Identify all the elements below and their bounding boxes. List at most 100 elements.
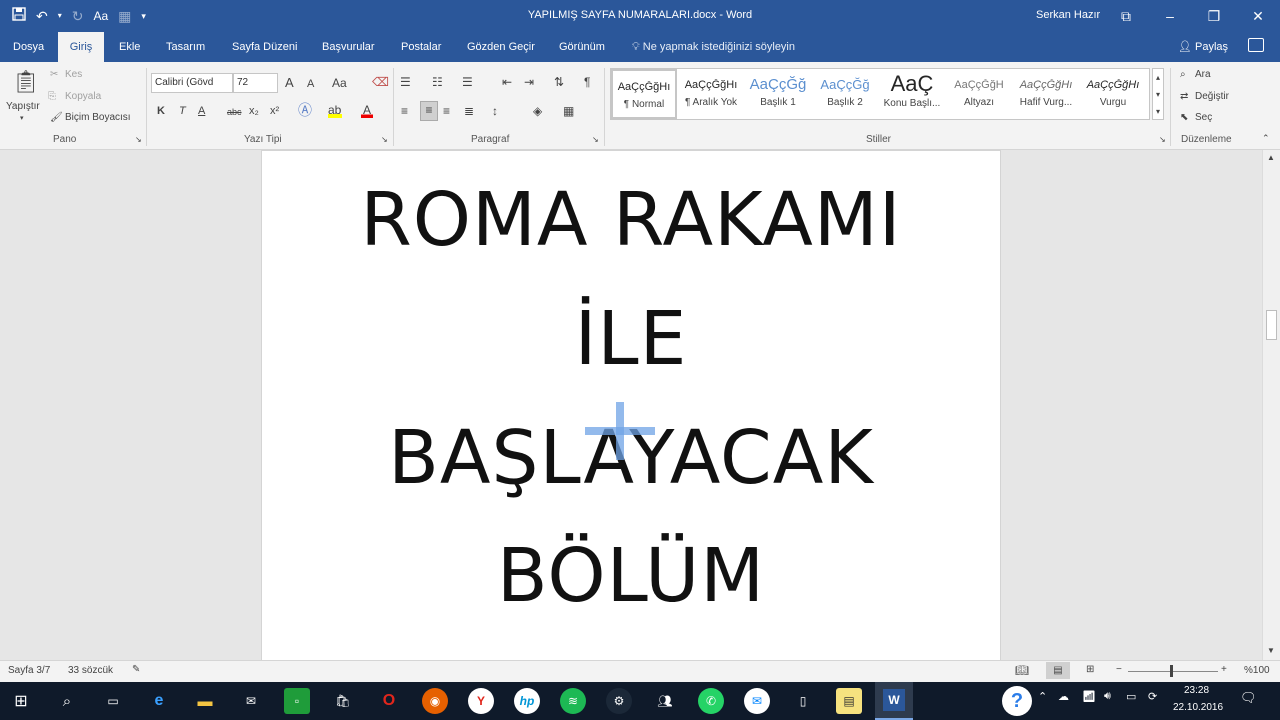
- style-heading-2[interactable]: AaÇçĞğ Başlık 2: [812, 69, 878, 119]
- edge-icon[interactable]: e: [146, 688, 172, 714]
- task-view-icon[interactable]: ▭: [100, 688, 126, 714]
- tab-review[interactable]: Gözden Geçir: [457, 32, 545, 62]
- whatsapp-icon[interactable]: ✆: [698, 688, 724, 714]
- close-icon[interactable]: ✕: [1236, 0, 1280, 32]
- paste-button[interactable]: Yapıştır: [6, 101, 40, 112]
- select-button[interactable]: Seç: [1195, 112, 1212, 123]
- paste-icon[interactable]: 📋︎: [12, 68, 40, 96]
- increase-indent-icon[interactable]: ⇥: [524, 74, 534, 90]
- document-text-line[interactable]: ROMA RAKAMI: [262, 177, 1000, 263]
- align-center-icon[interactable]: ≡: [420, 101, 438, 121]
- clear-formatting-icon[interactable]: ⌫: [372, 74, 389, 90]
- style-subtle-emphasis[interactable]: AaÇçĞğHı Hafif Vurg...: [1013, 69, 1079, 119]
- zoom-out-icon[interactable]: −: [1116, 664, 1122, 675]
- show-hidden-icons-icon[interactable]: ⌃: [1038, 690, 1047, 703]
- read-mode-icon[interactable]: 📖︎: [1015, 664, 1029, 677]
- search-icon[interactable]: ⌕: [54, 688, 80, 714]
- numbering-icon[interactable]: ☷: [432, 74, 443, 90]
- cut-button[interactable]: Kes: [65, 69, 82, 80]
- minimize-icon[interactable]: –: [1148, 0, 1192, 32]
- opera-icon[interactable]: O: [376, 688, 402, 714]
- style-no-spacing[interactable]: AaÇçĞğHı ¶ Aralık Yok: [678, 69, 744, 119]
- share-button[interactable]: 👤︎ Paylaş: [1178, 32, 1228, 62]
- font-size-dropdown[interactable]: 72: [233, 73, 278, 93]
- change-case-button[interactable]: Aa: [332, 75, 347, 91]
- tab-home[interactable]: Giriş: [58, 32, 104, 62]
- cloud-icon[interactable]: ☁: [1058, 690, 1069, 703]
- align-left-icon[interactable]: ≡: [401, 103, 408, 119]
- style-emphasis[interactable]: AaÇçĞğHı Vurgu: [1080, 69, 1146, 119]
- hp-icon[interactable]: hp: [514, 688, 540, 714]
- page-indicator[interactable]: Sayfa 3/7: [8, 665, 50, 676]
- word-count[interactable]: 33 sözcük: [68, 665, 113, 676]
- tab-mailings[interactable]: Postalar: [391, 32, 451, 62]
- store-icon[interactable]: 🛍︎: [330, 688, 356, 714]
- collapse-ribbon-icon[interactable]: ⌃: [1262, 133, 1270, 144]
- notifications-icon[interactable]: 🗨︎: [1240, 690, 1257, 706]
- spotify-icon[interactable]: ≋: [560, 688, 586, 714]
- clock-time[interactable]: 23:28: [1184, 685, 1209, 696]
- zoom-level[interactable]: %100: [1244, 665, 1270, 676]
- green-app-icon[interactable]: ▫: [284, 688, 310, 714]
- borders-icon[interactable]: ▦: [563, 103, 574, 119]
- clipboard-launcher-icon[interactable]: ↘: [135, 135, 142, 144]
- underline-button[interactable]: A: [198, 103, 205, 119]
- find-button[interactable]: Ara: [1195, 69, 1211, 80]
- restore-icon[interactable]: ❐: [1192, 0, 1236, 32]
- strikethrough-button[interactable]: abc: [227, 104, 242, 120]
- style-subtitle[interactable]: AaÇçĞğH Altyazı: [946, 69, 1012, 119]
- network-icon[interactable]: ⟳: [1148, 690, 1157, 703]
- yandex-icon[interactable]: Y: [468, 688, 494, 714]
- volume-icon[interactable]: 🔊︎: [1104, 690, 1111, 703]
- tab-insert[interactable]: Ekle: [109, 32, 150, 62]
- print-layout-icon[interactable]: ▤: [1046, 662, 1070, 679]
- style-heading-1[interactable]: AaÇçĞğ Başlık 1: [745, 69, 811, 119]
- grow-font-icon[interactable]: A: [285, 75, 294, 91]
- superscript-button[interactable]: x²: [270, 103, 279, 119]
- scroll-up-icon[interactable]: ▲: [1267, 153, 1275, 162]
- font-launcher-icon[interactable]: ↘: [381, 135, 388, 144]
- sticky-notes-icon[interactable]: ▤: [836, 688, 862, 714]
- format-painter-button[interactable]: Biçim Boyacısı: [65, 112, 131, 123]
- tab-layout[interactable]: Sayfa Düzeni: [222, 32, 307, 62]
- tab-view[interactable]: Görünüm: [549, 32, 615, 62]
- paragraph-launcher-icon[interactable]: ↘: [592, 135, 599, 144]
- replace-button[interactable]: Değiştir: [1195, 91, 1229, 102]
- file-explorer-icon[interactable]: ▬: [192, 688, 218, 714]
- wifi-icon[interactable]: 📶︎: [1082, 690, 1096, 703]
- document-text-line[interactable]: BÖLÜM: [262, 533, 1000, 619]
- sort-icon[interactable]: ⇅: [554, 74, 564, 90]
- justify-icon[interactable]: ≣: [464, 103, 474, 119]
- steam-icon[interactable]: ⚙︎: [606, 688, 632, 714]
- tab-file[interactable]: Dosya: [3, 32, 54, 62]
- clock-date[interactable]: 22.10.2016: [1173, 702, 1223, 713]
- vertical-scrollbar[interactable]: ▲ ▼: [1262, 150, 1280, 660]
- user-name[interactable]: Serkan Hazır: [1036, 9, 1100, 21]
- tell-me-search[interactable]: 💡︎ Ne yapmak istediğinizi söyleyin: [632, 32, 795, 62]
- zoom-in-icon[interactable]: +: [1221, 664, 1227, 675]
- battery-icon[interactable]: ▭: [1126, 690, 1136, 703]
- style-normal[interactable]: AaÇçĞğHı ¶ Normal: [611, 69, 677, 119]
- zoom-slider[interactable]: [1128, 671, 1218, 672]
- italic-button[interactable]: T: [179, 103, 186, 119]
- help-icon[interactable]: ?: [1002, 686, 1032, 716]
- styles-launcher-icon[interactable]: ↘: [1159, 135, 1166, 144]
- shrink-font-icon[interactable]: A: [307, 76, 314, 92]
- start-icon[interactable]: ⊞: [8, 688, 34, 714]
- font-color-button[interactable]: A: [361, 102, 373, 118]
- web-layout-icon[interactable]: ⊞: [1086, 664, 1094, 675]
- align-right-icon[interactable]: ≡: [443, 103, 450, 119]
- styles-scroll-icon[interactable]: ▴ ▾ ▾: [1152, 68, 1164, 120]
- scrollbar-thumb[interactable]: [1266, 310, 1277, 340]
- phone-icon[interactable]: ▯: [790, 688, 816, 714]
- shading-icon[interactable]: ◈: [533, 103, 542, 119]
- decrease-indent-icon[interactable]: ⇤: [502, 74, 512, 90]
- firefox-icon[interactable]: ◉: [422, 688, 448, 714]
- comment-icon[interactable]: [1248, 38, 1264, 52]
- line-spacing-icon[interactable]: ↕: [492, 103, 498, 119]
- bullets-icon[interactable]: ☰: [400, 74, 411, 90]
- ribbon-display-options-icon[interactable]: ⧉: [1104, 0, 1148, 32]
- copy-button[interactable]: Kopyala: [65, 91, 101, 102]
- bold-button[interactable]: K: [157, 103, 165, 119]
- proofing-icon[interactable]: ✎: [132, 664, 140, 675]
